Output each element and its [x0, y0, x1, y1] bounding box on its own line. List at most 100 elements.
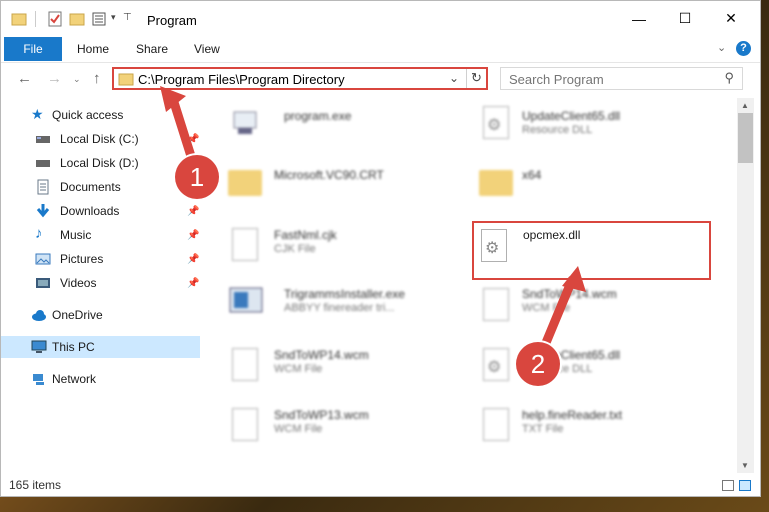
sidebar-item-network[interactable]: Network: [1, 368, 200, 390]
item-count: 165 items: [9, 478, 62, 492]
help-icon[interactable]: ?: [736, 41, 751, 56]
search-box[interactable]: ⚲: [500, 67, 743, 90]
file-type: TXT File: [522, 423, 564, 435]
navigation-pane: ★ Quick access Local Disk (C:) 📌 Local D…: [1, 98, 204, 468]
expand-ribbon-icon[interactable]: ⌄: [717, 41, 726, 54]
sidebar-item-label: This PC: [52, 340, 95, 354]
drive-icon: [36, 136, 50, 143]
file-type: WCM File: [522, 302, 571, 314]
new-folder-icon[interactable]: [69, 11, 85, 27]
file-type: ABBYY finereader tri...: [284, 302, 395, 314]
sidebar-item-local-disk-d[interactable]: Local Disk (D:): [1, 152, 200, 174]
folder-icon[interactable]: [11, 11, 27, 27]
document-icon: [483, 408, 509, 441]
address-path: C:\Program Files\Program Directory: [138, 72, 345, 87]
sidebar-item-downloads[interactable]: Downloads 📌: [1, 200, 200, 222]
up-arrow-icon[interactable]: ↑: [93, 70, 101, 87]
pin-icon[interactable]: 📌: [187, 134, 199, 145]
sidebar-item-local-disk-c[interactable]: Local Disk (C:) 📌: [1, 128, 200, 150]
sidebar-item-quick-access[interactable]: ★ Quick access: [1, 104, 200, 126]
scrollbar-thumb[interactable]: [738, 113, 753, 163]
file-name: SndToWP14.wcm: [274, 348, 369, 362]
ribbon-tabs: File Home Share View ⌄ ?: [1, 36, 760, 63]
explorer-window: ▾ ⊤ Program — ☐ ✕ File Home Share View ⌄…: [0, 0, 761, 497]
folder-icon: [118, 73, 134, 86]
download-icon: [36, 204, 50, 218]
close-button[interactable]: ✕: [708, 1, 754, 36]
computer-icon: [31, 340, 47, 353]
scroll-down-icon[interactable]: ▼: [741, 461, 749, 470]
large-icons-view-icon[interactable]: [739, 480, 751, 491]
sidebar-item-label: Videos: [60, 276, 97, 290]
quick-access-menu-icon[interactable]: ⊤: [123, 12, 132, 23]
sidebar-item-videos[interactable]: Videos 📌: [1, 272, 200, 294]
file-type: Resource DLL: [522, 124, 593, 136]
file-name: SndToWP13.wcm: [274, 408, 369, 422]
dll-gear-icon: [483, 106, 509, 139]
tab-view[interactable]: View: [194, 42, 220, 56]
sidebar-item-this-pc[interactable]: This PC: [1, 336, 200, 358]
file-name: Microsoft.VC90.CRT: [274, 168, 384, 182]
customize-toolbar-icon[interactable]: [92, 11, 110, 27]
drive-icon: [36, 160, 50, 167]
file-name: UpdateClient65.dll: [522, 109, 621, 123]
navigation-bar: ← → ⌄ ↑ C:\Program Files\Program Directo…: [1, 62, 760, 94]
properties-icon[interactable]: [47, 11, 63, 27]
file-type: WCM File: [274, 363, 323, 375]
maximize-button[interactable]: ☐: [662, 1, 708, 36]
pin-icon[interactable]: 📌: [187, 230, 199, 241]
minimize-button[interactable]: —: [616, 1, 662, 36]
separator: [35, 11, 36, 27]
sidebar-item-label: Local Disk (D:): [60, 156, 139, 170]
folder-icon: [479, 170, 513, 196]
document-icon: [232, 228, 258, 261]
search-icon[interactable]: ⚲: [724, 70, 734, 86]
tab-home[interactable]: Home: [77, 42, 109, 56]
title-bar: ▾ ⊤ Program — ☐ ✕: [1, 1, 760, 36]
search-input[interactable]: [507, 70, 711, 88]
pictures-icon: [35, 253, 51, 265]
videos-icon: [36, 278, 50, 288]
sidebar-item-music[interactable]: ♪ Music 📌: [1, 224, 200, 246]
sidebar-item-label: Network: [52, 372, 97, 386]
sidebar-item-label: Quick access: [52, 108, 124, 122]
forward-arrow-icon[interactable]: →: [47, 70, 62, 87]
address-dropdown-icon[interactable]: ⌄: [449, 71, 459, 85]
back-arrow-icon[interactable]: ←: [17, 70, 32, 87]
file-type: CJK File: [274, 243, 316, 255]
file-name: FastNml.cjk: [274, 228, 337, 242]
document-icon: [232, 348, 258, 381]
tab-share[interactable]: Share: [136, 42, 168, 56]
document-icon: [232, 408, 258, 441]
pin-icon[interactable]: 📌: [187, 278, 199, 289]
sidebar-item-documents[interactable]: Documents 📌: [1, 176, 200, 198]
sidebar-item-onedrive[interactable]: OneDrive: [1, 304, 200, 326]
scroll-up-icon[interactable]: ▲: [741, 101, 749, 110]
file-name: x64: [522, 168, 542, 182]
tab-file[interactable]: File: [4, 37, 62, 61]
address-bar[interactable]: C:\Program Files\Program Directory ⌄ ↻: [112, 67, 488, 90]
sidebar-item-label: Local Disk (C:): [60, 132, 139, 146]
sidebar-item-label: Downloads: [60, 204, 120, 218]
folder-icon: [228, 170, 262, 196]
recent-locations-chevron-icon[interactable]: ⌄: [73, 74, 81, 85]
pin-icon[interactable]: 📌: [187, 254, 199, 265]
status-bar: 165 items: [1, 473, 760, 497]
document-icon: [483, 288, 509, 321]
star-icon: ★: [31, 106, 44, 122]
callout-badge-1: 1: [175, 155, 219, 199]
installer-icon: [229, 287, 263, 313]
dll-gear-icon: [483, 348, 509, 381]
exe-icon: [233, 111, 257, 134]
pin-icon[interactable]: 📌: [187, 206, 199, 217]
dropdown-chevron-icon[interactable]: ▾: [111, 12, 116, 23]
divider: [466, 69, 467, 88]
sidebar-item-label: Documents: [60, 180, 121, 194]
file-type: WCM File: [274, 423, 323, 435]
sidebar-item-label: OneDrive: [52, 308, 103, 322]
details-view-icon[interactable]: [722, 480, 734, 491]
file-name: help.fineReader.txt: [522, 408, 623, 422]
music-icon: ♪: [35, 225, 43, 242]
refresh-icon[interactable]: ↻: [471, 70, 482, 86]
sidebar-item-pictures[interactable]: Pictures 📌: [1, 248, 200, 270]
